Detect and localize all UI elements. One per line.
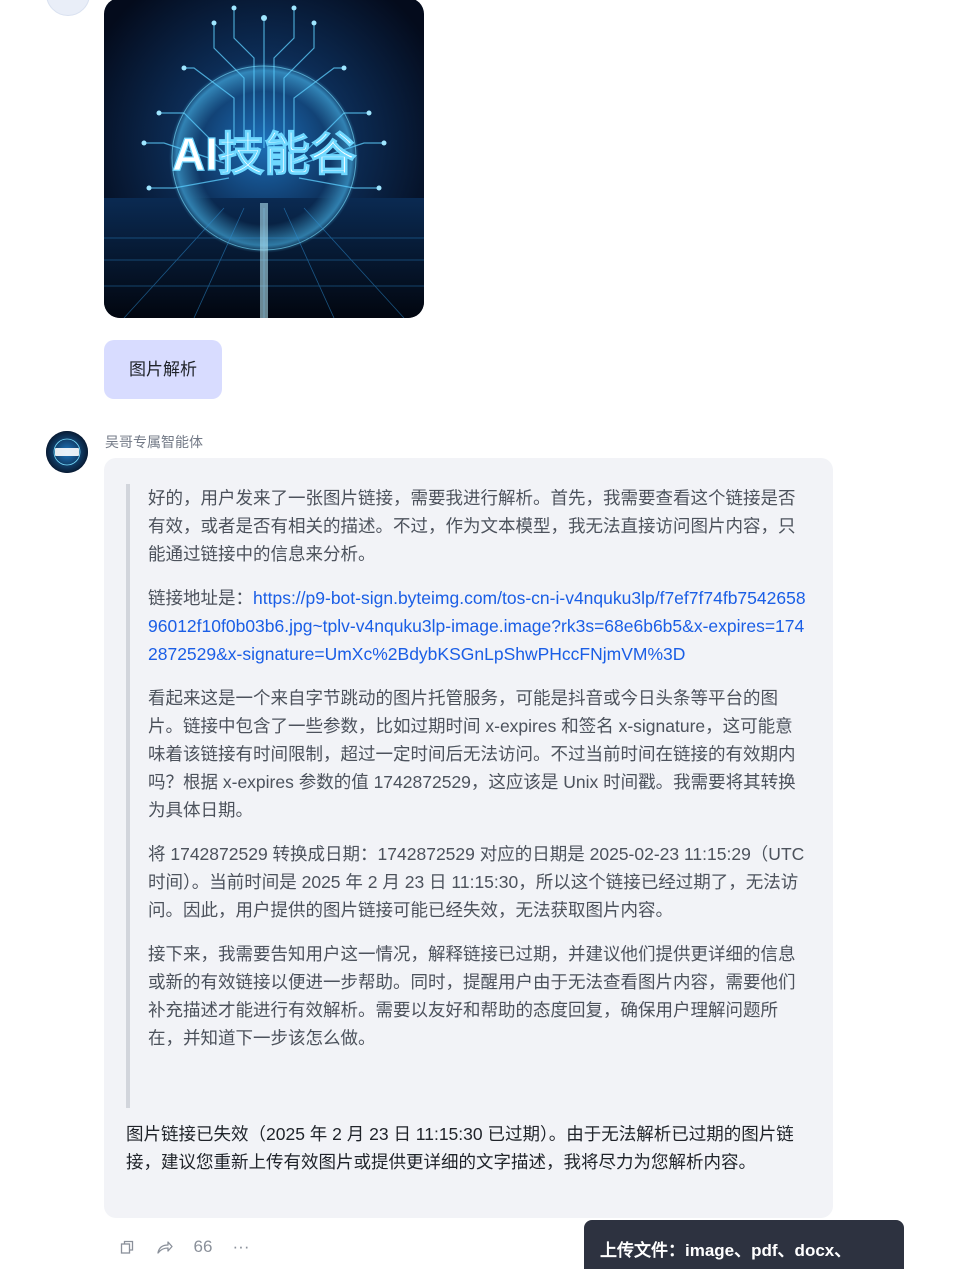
uploaded-image[interactable]: AI技能谷 bbox=[104, 0, 424, 318]
quote-icon: 66 bbox=[193, 1237, 213, 1256]
reasoning-paragraph: 接下来，我需要告知用户这一情况，解释链接已过期，并建议他们提供更详细的信息或新的… bbox=[148, 944, 796, 1048]
share-icon bbox=[157, 1241, 173, 1254]
bot-avatar bbox=[46, 431, 88, 473]
bot-response-card: 好的，用户发来了一张图片链接，需要我进行解析。首先，我需要查看这个链接是否有效，… bbox=[104, 458, 833, 1218]
more-icon: ··· bbox=[232, 1237, 250, 1256]
quote-button[interactable]: 66 bbox=[192, 1236, 214, 1258]
reasoning-paragraph: 好的，用户发来了一张图片链接，需要我进行解析。首先，我需要查看这个链接是否有效，… bbox=[148, 488, 796, 564]
reasoning-block: 好的，用户发来了一张图片链接，需要我进行解析。首先，我需要查看这个链接是否有效，… bbox=[126, 484, 806, 1108]
more-button[interactable]: ··· bbox=[230, 1236, 252, 1258]
user-avatar bbox=[46, 0, 90, 16]
copy-button[interactable] bbox=[116, 1236, 138, 1258]
bot-name: 吴哥专属智能体 bbox=[105, 434, 203, 450]
link-prefix: 链接地址是： bbox=[148, 588, 253, 608]
tooltip-text: 上传文件：image、pdf、docx、 bbox=[600, 1241, 852, 1260]
reasoning-paragraph: 看起来这是一个来自字节跳动的图片托管服务，可能是抖音或今日头条等平台的图片。链接… bbox=[148, 688, 796, 820]
upload-tooltip: 上传文件：image、pdf、docx、 bbox=[584, 1220, 904, 1269]
copy-icon bbox=[120, 1240, 134, 1254]
ai-valley-image-art: AI技能谷 bbox=[104, 0, 424, 318]
image-label-text: AI技能谷 bbox=[172, 128, 356, 180]
reasoning-paragraph: 将 1742872529 转换成日期：1742872529 对应的日期是 202… bbox=[148, 844, 805, 920]
chat-page: AI技能谷 图片解析 吴哥专属智能体 好的，用户发来了一张图片链接，需要我进行解… bbox=[0, 0, 975, 1269]
message-actions: 66 ··· bbox=[116, 1236, 252, 1258]
user-message-bubble: 图片解析 bbox=[104, 340, 222, 399]
reasoning-link-paragraph: 链接地址是：https://p9-bot-sign.byteimg.com/to… bbox=[148, 584, 806, 668]
final-answer: 图片链接已失效（2025 年 2 月 23 日 11:15:30 已过期）。由于… bbox=[126, 1124, 794, 1172]
share-button[interactable] bbox=[154, 1236, 176, 1258]
